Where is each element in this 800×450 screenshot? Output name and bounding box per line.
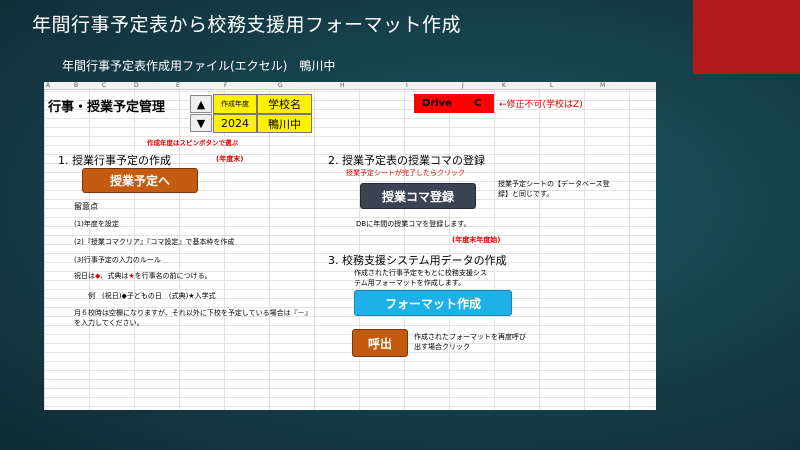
year-hint: 作成年度はスピンボタンで選ぶ <box>147 139 238 147</box>
spreadsheet-screenshot: A B C D E F G H I J K L M 行事・授業予定管理 ▲ ▼ … <box>44 82 656 410</box>
sheet-title: 行事・授業予定管理 <box>48 100 166 115</box>
recall-note: 作成されたフォーマットを再度呼び出す場合クリック <box>414 333 526 351</box>
column-letter: J <box>462 82 464 89</box>
note-1: (1)年度を設定 <box>74 220 119 228</box>
drive-value: C <box>473 98 482 109</box>
column-letter: C <box>102 82 107 89</box>
section3-description: 作成された行事予定をもとに校務支援システム用フォーマットを作成します。 <box>354 269 487 287</box>
column-letter: M <box>600 82 606 89</box>
year-label-cell: 作成年度 <box>213 94 257 114</box>
note-2: (2)『授業コマクリア』『コマ設定』で基本枠を作成 <box>74 238 235 246</box>
school-label-cell: 学校名 <box>257 94 312 114</box>
column-letter: E <box>176 82 180 89</box>
column-letter: G <box>278 82 283 89</box>
slide-subtitle: 年間行事予定表作成用ファイル(エクセル) 鴨川中 <box>62 59 336 73</box>
section2-title: 2. 授業予定表の授業コマの登録 <box>328 154 485 167</box>
drive-cell[interactable]: Drive C <box>414 94 494 113</box>
notes-heading: 留意点 <box>74 202 98 211</box>
create-format-button[interactable]: フォーマット作成 <box>354 290 512 316</box>
drive-note: ←修正不可(学校はZ) <box>499 100 583 110</box>
drive-label: Drive <box>422 98 452 109</box>
accent-bar <box>693 0 800 74</box>
column-letter: K <box>502 82 506 89</box>
year-value-cell[interactable]: 2024 <box>213 114 257 133</box>
rule-example: 例 (祝日)◆子どもの日 (式典)★入学式 <box>88 292 216 300</box>
note-4: 月６校時は空欄になりますが、それ以外に下校を予定している場合は『－』を入力してく… <box>74 309 312 327</box>
section3-title: 3. 校務支援システム用データの作成 <box>328 254 507 267</box>
section1-tag: (年度末) <box>216 155 244 163</box>
recall-button[interactable]: 呼出 <box>352 329 408 357</box>
register-class-periods-button[interactable]: 授業コマ登録 <box>360 183 476 209</box>
note-rule: 祝日は◆、式典は★を行事名の前につける。 <box>74 271 212 281</box>
section2-side-note: 授業予定シートの【データベース登録】と同じです。 <box>498 180 610 198</box>
section2-hint: 授業予定シートが完了したらクリック <box>346 169 465 177</box>
rule-suffix: を行事名の前につける。 <box>134 272 212 280</box>
go-to-class-schedule-button[interactable]: 授業予定へ <box>82 168 198 193</box>
section2-db-note: DBに年間の授業コマを登録します。 <box>356 220 471 228</box>
slide-title: 年間行事予定表から校務支援用フォーマット作成 <box>32 14 462 36</box>
section2-tag: (年度末年度始) <box>452 236 501 244</box>
section1-title: 1. 授業行事予定の作成 <box>58 154 171 167</box>
spin-down-button[interactable]: ▼ <box>190 114 212 132</box>
column-letter: I <box>406 82 408 89</box>
school-value-cell[interactable]: 鴨川中 <box>257 114 312 133</box>
column-letter: A <box>46 82 51 89</box>
column-letter: H <box>340 82 345 89</box>
spin-up-button[interactable]: ▲ <box>190 95 212 113</box>
column-letter: L <box>550 82 554 89</box>
column-letter: F <box>224 82 228 89</box>
note-3: (3)行事予定の入力のルール <box>74 256 161 264</box>
column-letter: D <box>134 82 139 89</box>
rule-mid: 、式典は <box>100 272 129 280</box>
column-letter: B <box>74 82 79 89</box>
column-header-row: A B C D E F G H I J K L M <box>44 82 656 90</box>
rule-prefix: 祝日は <box>74 272 95 280</box>
